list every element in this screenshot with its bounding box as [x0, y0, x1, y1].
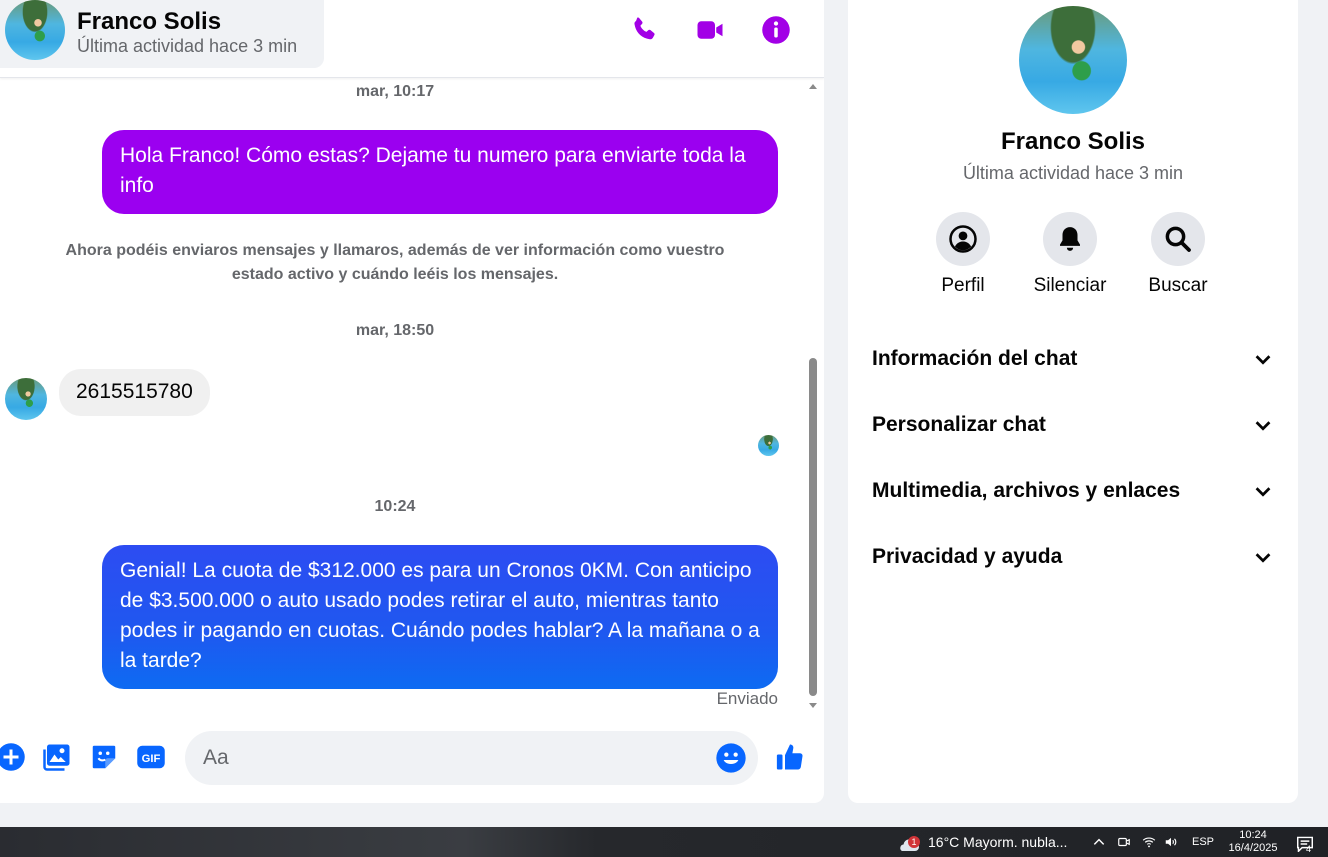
phone-icon [634, 17, 655, 40]
outgoing-message[interactable]: Genial! La cuota de $312.000 es para un … [102, 545, 778, 689]
section-customize-chat[interactable]: Personalizar chat [872, 403, 1274, 447]
profile-button-circle [936, 212, 990, 266]
call-button[interactable] [627, 13, 661, 47]
composer: GIF [0, 722, 824, 794]
emoji-icon [716, 743, 746, 773]
section-privacy-help[interactable]: Privacidad y ayuda [872, 535, 1274, 579]
section-label: Privacidad y ayuda [872, 545, 1063, 568]
like-icon [776, 744, 803, 770]
scroll-up-arrow-icon[interactable] [809, 84, 817, 89]
clock-time: 10:24 [1239, 829, 1267, 841]
profile-label: Perfil [941, 275, 985, 296]
contact-status: Última actividad hace 3 min [77, 36, 298, 56]
like-button[interactable] [773, 740, 807, 774]
profile-name[interactable]: Franco Solis [848, 128, 1298, 156]
contact-name[interactable]: Franco Solis [77, 8, 221, 36]
message-scrollbar[interactable] [806, 80, 820, 712]
message-list[interactable]: mar, 10:17 Hola Franco! Cómo estas? Deja… [0, 79, 808, 715]
section-label: Personalizar chat [872, 413, 1046, 436]
network-button[interactable] [1141, 827, 1157, 857]
mute-button-circle [1043, 212, 1097, 266]
chevron-down-icon [1255, 421, 1271, 431]
profile-button[interactable]: Perfil [908, 212, 1018, 297]
sender-avatar[interactable] [5, 378, 47, 420]
message-input[interactable] [185, 731, 758, 785]
search-button[interactable]: Buscar [1123, 212, 1233, 297]
section-chat-info[interactable]: Información del chat [872, 337, 1274, 381]
header-contact[interactable]: Franco Solis Última actividad hace 3 min [0, 0, 324, 68]
video-call-button[interactable] [693, 13, 727, 47]
windows-taskbar: 16°C Mayorm. nubla... ESP [0, 827, 1328, 857]
scroll-thumb[interactable] [809, 358, 817, 696]
search-icon [1165, 226, 1191, 252]
chevron-down-icon [1255, 487, 1271, 497]
plus-icon [0, 743, 25, 771]
info-icon [762, 16, 790, 44]
chevron-down-icon [1255, 355, 1271, 365]
gif-icon: GIF [137, 745, 165, 769]
timestamp: mar, 18:50 [355, 322, 435, 339]
scroll-down-arrow-icon[interactable] [809, 703, 817, 708]
search-button-circle [1151, 212, 1205, 266]
meet-now-button[interactable] [1117, 827, 1131, 857]
svg-text:GIF: GIF [142, 753, 161, 765]
mute-label: Silenciar [1033, 275, 1107, 296]
mute-button[interactable]: Silenciar [1015, 212, 1125, 297]
weather-widget[interactable]: 16°C Mayorm. nubla... [928, 827, 1067, 857]
section-label: Multimedia, archivos y enlaces [872, 479, 1181, 502]
emoji-button[interactable] [714, 741, 748, 775]
sticker-icon [92, 745, 116, 769]
speaker-icon [1165, 837, 1177, 847]
more-actions-button[interactable] [0, 740, 28, 774]
chat-panel: Franco Solis Última actividad hace 3 min… [0, 0, 824, 803]
timestamp: mar, 10:17 [355, 83, 435, 100]
section-label: Información del chat [872, 347, 1078, 370]
volume-button[interactable] [1163, 827, 1179, 857]
notification-center-button[interactable]: 4 [1296, 836, 1314, 854]
show-hidden-icons-button[interactable] [1092, 827, 1106, 857]
profile-avatar[interactable] [1019, 6, 1127, 114]
camera-tray-icon [1118, 837, 1130, 847]
read-receipt-avatar [758, 435, 779, 456]
timestamp: 10:24 [374, 498, 416, 515]
notification-icon [1297, 836, 1313, 854]
chevron-down-icon [1255, 553, 1271, 563]
profile-status: Última actividad hace 3 min [962, 163, 1184, 183]
conversation-details-panel: Franco Solis Última actividad hace 3 min… [848, 0, 1298, 803]
clock-date: 16/4/2025 [1228, 842, 1278, 854]
wifi-icon [1142, 837, 1156, 848]
incoming-message[interactable]: 2615515780 [59, 369, 210, 416]
attach-photo-button[interactable] [40, 740, 74, 774]
section-media-files-links[interactable]: Multimedia, archivos y enlaces [872, 469, 1274, 513]
gif-button[interactable]: GIF [134, 740, 168, 774]
chat-header: Franco Solis Última actividad hace 3 min [0, 0, 824, 78]
notification-count: 4 [1306, 844, 1312, 854]
outgoing-message[interactable]: Hola Franco! Cómo estas? Dejame tu numer… [102, 130, 778, 214]
system-notice: Ahora podéis enviaros mensajes y llamaro… [65, 242, 725, 283]
conversation-info-button[interactable] [759, 13, 793, 47]
weather-alert-badge: 1 [908, 836, 920, 848]
bell-icon [1060, 227, 1080, 251]
input-language[interactable]: ESP [1192, 827, 1214, 857]
video-camera-icon [697, 21, 723, 39]
taskbar-clock[interactable]: 10:24 16/4/2025 [1226, 829, 1280, 857]
profile-icon [949, 225, 977, 253]
chevron-up-icon [1093, 838, 1105, 845]
sent-status: Enviado [716, 689, 778, 708]
contact-avatar[interactable] [5, 0, 65, 60]
photo-icon [43, 744, 70, 771]
sticker-button[interactable] [87, 740, 121, 774]
search-label: Buscar [1148, 275, 1208, 296]
